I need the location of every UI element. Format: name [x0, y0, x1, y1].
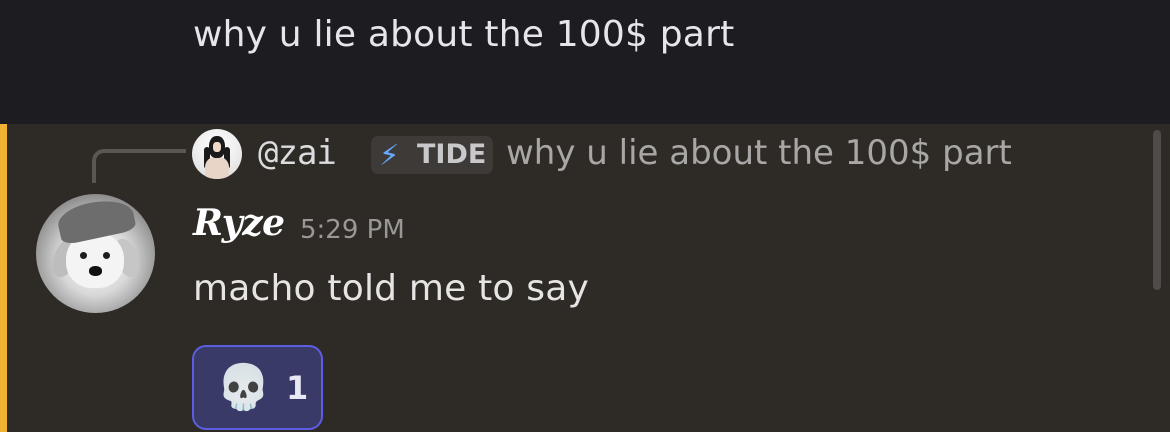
avatar-dog-eye-left [80, 252, 87, 259]
message-content: macho told me to say [193, 268, 590, 309]
lightning-bolt-icon: ⚡ [379, 138, 400, 172]
guild-tag-badge[interactable]: ⚡ TIDE [371, 136, 493, 174]
reply-username[interactable]: @zai [258, 133, 337, 173]
previous-message-text: why u lie about the 100$ part [193, 14, 735, 55]
reply-user-avatar[interactable] [192, 129, 242, 179]
scrollbar-thumb[interactable] [1153, 130, 1161, 290]
reaction-count: 1 [286, 369, 309, 407]
skull-emoji-icon: 💀 [216, 362, 271, 413]
reaction-skull-button[interactable]: 💀 1 [192, 345, 323, 430]
guild-tag-label: TIDE [417, 139, 487, 170]
avatar-dog-hat [55, 194, 137, 246]
previous-message: why u lie about the 100$ part [0, 0, 1170, 124]
avatar-figure-face [213, 142, 221, 152]
reply-spine-connector [92, 149, 186, 183]
message-timestamp: 5:29 PM [300, 215, 405, 245]
reply-preview-text[interactable]: why u lie about the 100$ part [506, 133, 1012, 173]
mentioned-message[interactable]: @zai ⚡ TIDE why u lie about the 100$ par… [0, 124, 1170, 432]
avatar-dog-nose [89, 266, 102, 276]
author-username[interactable]: Ryze [193, 202, 285, 244]
avatar-dog-eye-right [103, 252, 110, 259]
avatar-figure-body [205, 157, 229, 179]
mention-highlight-bar [0, 124, 7, 432]
author-avatar[interactable] [36, 194, 155, 313]
